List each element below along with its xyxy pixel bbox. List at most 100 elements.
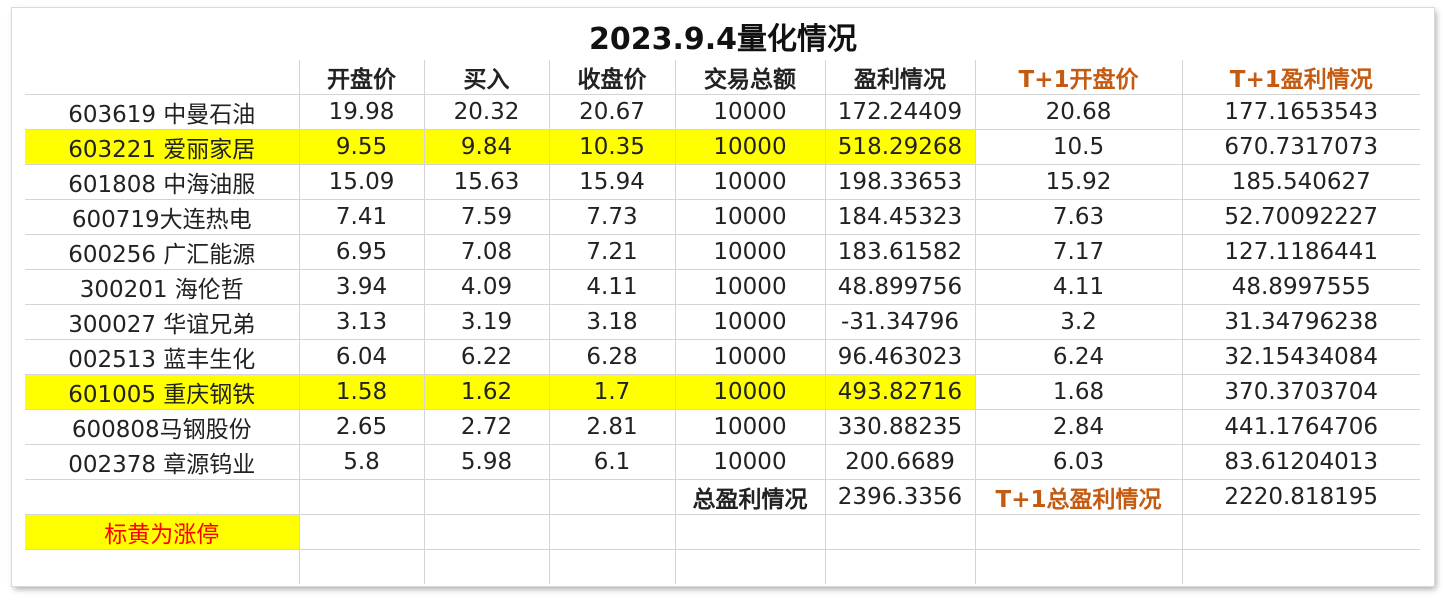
cell-t1-open[interactable]: 2.84 [975,409,1183,445]
cell-total[interactable]: 10000 [675,94,826,130]
column-header[interactable] [25,60,300,95]
cell-open[interactable]: 6.04 [299,339,425,375]
cell-close[interactable]: 1.7 [549,374,676,410]
cell-open[interactable]: 19.98 [299,94,425,130]
cell-close[interactable]: 7.21 [549,234,676,270]
cell-t1-open[interactable]: 6.03 [975,444,1183,480]
column-header[interactable]: 买入 [424,60,550,95]
cell-close[interactable]: 2.81 [549,409,676,445]
cell-profit[interactable]: 330.88235 [825,409,976,445]
cell-profit[interactable]: 518.29268 [825,129,976,165]
cell-total[interactable]: 10000 [675,164,826,200]
cell-empty[interactable] [299,514,425,550]
cell-name[interactable]: 300027 华谊兄弟 [25,304,300,340]
cell-open[interactable]: 5.8 [299,444,425,480]
cell-buy[interactable]: 15.63 [424,164,550,200]
cell-buy[interactable]: 7.08 [424,234,550,270]
cell-empty[interactable] [424,514,550,550]
cell-t1-profit[interactable]: 127.1186441 [1182,234,1420,270]
column-header[interactable]: 盈利情况 [825,60,976,95]
column-header[interactable]: T+1盈利情况 [1182,60,1420,95]
cell-empty[interactable] [299,479,425,515]
cell-open[interactable]: 3.94 [299,269,425,305]
cell-name[interactable]: 601005 重庆钢铁 [25,374,300,410]
column-header[interactable]: T+1开盘价 [975,60,1183,95]
cell-name[interactable]: 300201 海伦哲 [25,269,300,305]
cell-profit[interactable]: 172.24409 [825,94,976,130]
cell-t1-open[interactable]: 4.11 [975,269,1183,305]
cell-open[interactable]: 2.65 [299,409,425,445]
cell-name[interactable]: 002378 章源钨业 [25,444,300,480]
cell-close[interactable]: 15.94 [549,164,676,200]
cell-empty[interactable] [25,549,300,584]
cell-t1-open[interactable]: 15.92 [975,164,1183,200]
cell-t1-profit[interactable]: 83.61204013 [1182,444,1420,480]
cell-total[interactable]: 10000 [675,339,826,375]
cell-empty[interactable] [1182,550,1420,584]
cell-open[interactable]: 3.13 [299,304,425,340]
cell-name[interactable]: 603221 爱丽家居 [25,129,300,165]
cell-open[interactable]: 9.55 [299,129,425,165]
cell-profit[interactable]: 96.463023 [825,339,976,375]
cell-buy[interactable]: 5.98 [424,444,550,480]
cell-total[interactable]: 10000 [675,374,826,410]
cell-empty[interactable] [825,514,976,550]
cell-t1-open[interactable]: 6.24 [975,339,1183,375]
t1-total-profit-value[interactable]: 2220.818195 [1182,479,1420,515]
cell-empty[interactable] [675,514,826,550]
total-profit-label[interactable]: 总盈利情况 [675,479,826,515]
cell-name[interactable]: 600719大连热电 [25,199,300,235]
cell-profit[interactable]: 184.45323 [825,199,976,235]
cell-close[interactable]: 6.28 [549,339,676,375]
cell-name[interactable]: 002513 蓝丰生化 [25,339,300,375]
column-header[interactable]: 交易总额 [675,60,826,95]
cell-t1-profit[interactable]: 32.15434084 [1182,339,1420,375]
cell-buy[interactable]: 4.09 [424,269,550,305]
cell-buy[interactable]: 3.19 [424,304,550,340]
cell-t1-profit[interactable]: 670.7317073 [1182,129,1420,165]
cell-empty[interactable] [549,514,676,550]
cell-buy[interactable]: 20.32 [424,94,550,130]
cell-profit[interactable]: 183.61582 [825,234,976,270]
cell-buy[interactable]: 1.62 [424,374,550,410]
cell-t1-open[interactable]: 7.63 [975,199,1183,235]
cell-total[interactable]: 10000 [675,304,826,340]
cell-empty[interactable] [25,479,300,515]
cell-open[interactable]: 6.95 [299,234,425,270]
cell-name[interactable]: 600808马钢股份 [25,409,300,445]
column-header[interactable]: 开盘价 [299,60,425,95]
cell-profit[interactable]: 48.899756 [825,269,976,305]
cell-open[interactable]: 1.58 [299,374,425,410]
cell-empty[interactable] [975,549,1183,584]
cell-close[interactable]: 4.11 [549,269,676,305]
cell-profit[interactable]: 493.82716 [825,374,976,410]
cell-total[interactable]: 10000 [675,199,826,235]
cell-close[interactable]: 6.1 [549,444,676,480]
cell-t1-open[interactable]: 7.17 [975,234,1183,270]
cell-profit[interactable]: -31.34796 [825,304,976,340]
cell-total[interactable]: 10000 [675,269,826,305]
cell-close[interactable]: 3.18 [549,304,676,340]
cell-empty[interactable] [825,549,976,584]
cell-name[interactable]: 600256 广汇能源 [25,234,300,270]
cell-t1-profit[interactable]: 370.3703704 [1182,374,1420,410]
total-profit-value[interactable]: 2396.3356 [825,479,976,515]
cell-t1-open[interactable]: 10.5 [975,129,1183,165]
cell-t1-profit[interactable]: 48.8997555 [1182,269,1420,305]
cell-buy[interactable]: 7.59 [424,199,550,235]
cell-t1-open[interactable]: 20.68 [975,94,1183,130]
cell-profit[interactable]: 200.6689 [825,444,976,480]
cell-empty[interactable] [549,549,676,584]
cell-t1-open[interactable]: 1.68 [975,374,1183,410]
cell-empty[interactable] [675,549,826,584]
cell-total[interactable]: 10000 [675,234,826,270]
cell-close[interactable]: 7.73 [549,199,676,235]
cell-t1-profit[interactable]: 441.1764706 [1182,409,1420,445]
cell-empty[interactable] [1182,514,1420,550]
cell-profit[interactable]: 198.33653 [825,164,976,200]
legend-note[interactable]: 标黄为涨停 [25,514,300,550]
cell-empty[interactable] [975,514,1183,550]
cell-t1-profit[interactable]: 52.70092227 [1182,199,1420,235]
cell-empty[interactable] [549,479,676,515]
cell-open[interactable]: 7.41 [299,199,425,235]
